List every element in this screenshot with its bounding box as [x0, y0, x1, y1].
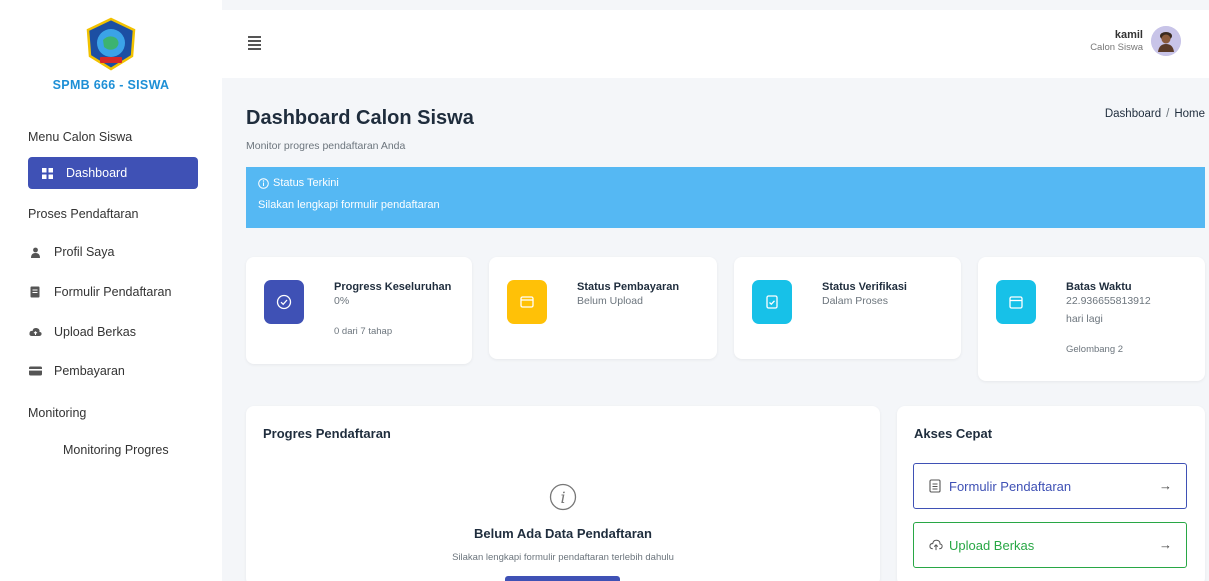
sidebar-item-pembayaran[interactable]: Pembayaran	[28, 355, 198, 387]
stat-title: Status Pembayaran	[577, 281, 680, 293]
stat-footer: 0 dari 7 tahap	[334, 326, 393, 337]
user-role: Calon Siswa	[1090, 42, 1143, 53]
sidebar-item-label: Monitoring Progres	[63, 443, 169, 457]
stat-card-pembayaran: Status Pembayaran Belum Upload	[489, 257, 717, 359]
page-title: Dashboard Calon Siswa	[246, 107, 474, 129]
quick-access-title: Akses Cepat	[914, 426, 993, 441]
proses-heading: Proses Pendaftaran	[28, 207, 139, 221]
user-name: kamil	[1114, 29, 1143, 41]
sidebar-item-dashboard[interactable]: Dashboard	[28, 157, 198, 189]
stat-card-verifikasi: Status Verifikasi Dalam Proses	[734, 257, 961, 359]
monitoring-heading: Monitoring	[28, 406, 87, 420]
stat-footer: Gelombang 2	[1066, 344, 1124, 355]
breadcrumb-dashboard[interactable]: Dashboard	[1105, 108, 1161, 120]
sidebar-item-label: Dashboard	[66, 166, 128, 180]
stat-card-batas-waktu: Batas Waktu 22.936655813912 hari lagi Ge…	[978, 257, 1205, 381]
calendar-icon	[996, 280, 1036, 324]
quick-button-label: Formulir Pendaftaran	[949, 478, 1072, 494]
check-circle-icon	[264, 280, 304, 324]
cloud-upload-icon	[929, 538, 943, 552]
menu-heading: Menu Calon Siswa	[28, 130, 133, 144]
sidebar-item-label: Formulir Pendaftaran	[54, 285, 172, 299]
stat-title: Batas Waktu	[1066, 281, 1132, 293]
empty-state-subtitle: Silakan lengkapi formulir pendaftaran te…	[452, 552, 674, 563]
stat-value: 0%	[334, 295, 350, 307]
stat-title: Status Verifikasi	[822, 281, 907, 293]
sidebar-item-formulir[interactable]: Formulir Pendaftaran	[28, 276, 198, 308]
progress-panel: Progres Pendaftaran i Belum Ada Data Pen…	[246, 406, 880, 581]
quick-formulir-button[interactable]: Formulir Pendaftaran →	[913, 463, 1187, 509]
cloud-upload-icon	[28, 325, 42, 339]
alert-message: Silakan lengkapi formulir pendaftaran	[258, 199, 440, 211]
user-menu[interactable]: kamil Calon Siswa	[1090, 26, 1181, 56]
progress-title: Progres Pendaftaran	[263, 426, 391, 441]
info-icon	[258, 177, 269, 189]
sidebar-item-upload[interactable]: Upload Berkas	[28, 316, 198, 348]
sidebar-item-label: Profil Saya	[54, 245, 115, 259]
stat-value: Belum Upload	[577, 295, 643, 307]
svg-text:i: i	[560, 488, 565, 507]
stat-value-unit: hari lagi	[1066, 313, 1103, 325]
document-icon	[929, 479, 943, 493]
status-alert: Status Terkini Silakan lengkapi formulir…	[246, 167, 1205, 228]
sidebar-item-profil[interactable]: Profil Saya	[28, 236, 198, 268]
stat-card-progress: Progress Keseluruhan 0% 0 dari 7 tahap	[246, 257, 472, 364]
breadcrumb: Dashboard / Home	[1105, 108, 1205, 120]
breadcrumb-home: Home	[1174, 108, 1205, 120]
wallet-icon	[507, 280, 547, 324]
brand-name: SPMB 666 - SISWA	[52, 78, 170, 92]
hamburger-menu-icon[interactable]	[248, 36, 261, 50]
breadcrumb-separator: /	[1166, 108, 1170, 120]
grid-icon	[40, 166, 54, 180]
info-circle-icon: i	[549, 483, 577, 511]
empty-state-title: Belum Ada Data Pendaftaran	[474, 526, 652, 541]
clipboard-check-icon	[752, 280, 792, 324]
document-icon	[28, 285, 42, 299]
arrow-right-icon: →	[1159, 537, 1172, 552]
stat-value: Dalam Proses	[822, 295, 888, 307]
arrow-right-icon: →	[1159, 478, 1172, 493]
page-subtitle: Monitor progres pendaftaran Anda	[246, 140, 406, 152]
sidebar: SPMB 666 - SISWA Menu Calon Siswa Dashbo…	[0, 0, 222, 581]
stat-title: Progress Keseluruhan	[334, 281, 452, 293]
stat-value: 22.936655813912	[1066, 295, 1151, 307]
brand[interactable]: SPMB 666 - SISWA	[0, 16, 222, 92]
alert-title: Status Terkini	[273, 177, 339, 189]
sidebar-item-monitoring-progres[interactable]: Monitoring Progres	[63, 434, 233, 466]
user-icon	[28, 245, 42, 259]
topbar: kamil Calon Siswa	[222, 10, 1209, 78]
fill-form-button[interactable]	[505, 576, 620, 581]
quick-upload-button[interactable]: Upload Berkas →	[913, 522, 1187, 568]
quick-access-panel: Akses Cepat Formulir Pendaftaran → Uploa…	[897, 406, 1205, 581]
card-icon	[28, 364, 42, 378]
quick-button-label: Upload Berkas	[949, 537, 1035, 553]
sidebar-item-label: Pembayaran	[54, 364, 125, 378]
sidebar-item-label: Upload Berkas	[54, 325, 136, 339]
school-logo	[83, 16, 139, 72]
avatar[interactable]	[1151, 26, 1181, 56]
